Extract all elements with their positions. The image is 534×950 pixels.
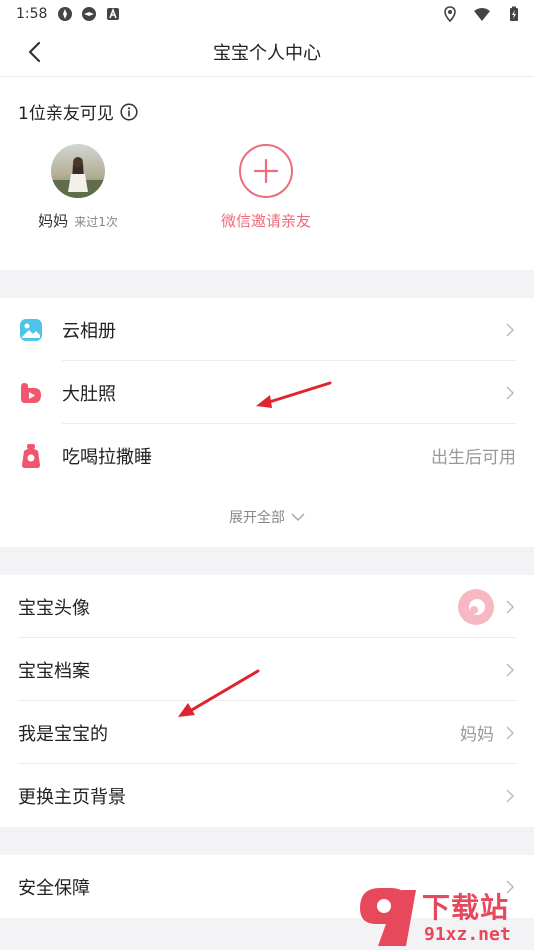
watermark-site: 91xz.net bbox=[424, 924, 511, 945]
plus-icon bbox=[253, 158, 279, 184]
relation-value: 妈妈 bbox=[460, 725, 494, 745]
back-arrow-icon[interactable] bbox=[22, 38, 50, 66]
nav-bar: 宝宝个人中心 bbox=[0, 28, 534, 76]
battery-icon bbox=[510, 6, 518, 21]
chevron-right-icon bbox=[506, 788, 515, 803]
watermark-logo: 下载站 91xz.net bbox=[356, 884, 526, 950]
expand-label: 展开全部 bbox=[229, 510, 285, 526]
watermark-text: 下载站 bbox=[422, 891, 510, 924]
member-name: 妈妈 bbox=[38, 212, 69, 230]
status-time: 1:58 bbox=[16, 6, 48, 22]
family-visible-count: 1位亲友可见 bbox=[18, 104, 114, 124]
chevron-right-icon bbox=[506, 385, 515, 400]
family-header: 1位亲友可见 bbox=[18, 99, 516, 124]
feature-label: 云相册 bbox=[62, 320, 116, 342]
cloud-album-icon bbox=[20, 318, 42, 341]
family-members: 妈妈 来过1次 微信邀请亲友 bbox=[18, 144, 516, 231]
notification-app-icon bbox=[58, 7, 73, 21]
settings-row-baby-profile[interactable]: 宝宝档案 bbox=[0, 638, 534, 701]
notification-a-icon bbox=[107, 7, 120, 20]
baby-settings-card: 宝宝头像 宝宝档案 我是宝宝的 妈妈 更换主页背景 bbox=[0, 575, 534, 827]
feature-row-belly-photo[interactable]: 大肚照 bbox=[0, 361, 534, 424]
chevron-right-icon bbox=[506, 662, 515, 677]
feature-label: 大肚照 bbox=[62, 383, 116, 405]
member-meta: 妈妈 来过1次 bbox=[38, 210, 118, 231]
daily-record-icon bbox=[22, 443, 40, 468]
belly-photo-icon bbox=[21, 382, 41, 403]
settings-row-baby-avatar[interactable]: 宝宝头像 bbox=[0, 575, 534, 638]
baby-avatar bbox=[458, 588, 494, 625]
settings-row-relation[interactable]: 我是宝宝的 妈妈 bbox=[0, 701, 534, 764]
settings-label: 我是宝宝的 bbox=[18, 723, 108, 745]
location-icon bbox=[444, 6, 456, 22]
settings-label: 更换主页背景 bbox=[18, 786, 126, 808]
wifi-icon bbox=[474, 8, 490, 21]
member-visit-count: 来过1次 bbox=[74, 215, 118, 229]
wechat-invite-button[interactable]: 微信邀请亲友 bbox=[186, 144, 346, 231]
safety-label: 安全保障 bbox=[18, 877, 90, 899]
invite-circle bbox=[239, 144, 293, 198]
features-card: 云相册 大肚照 吃喝拉撒睡 出生后可用 展开全部 bbox=[0, 298, 534, 547]
chevron-right-icon bbox=[506, 725, 515, 740]
expand-all-button[interactable]: 展开全部 bbox=[0, 487, 534, 547]
feature-availability: 出生后可用 bbox=[431, 448, 516, 468]
page-title: 宝宝个人中心 bbox=[213, 43, 321, 64]
chevron-right-icon bbox=[506, 599, 515, 614]
member-avatar bbox=[51, 144, 105, 198]
chevron-down-icon bbox=[291, 513, 305, 522]
family-member[interactable]: 妈妈 来过1次 bbox=[0, 144, 158, 231]
settings-label: 宝宝头像 bbox=[18, 597, 90, 619]
status-bar: 1:58 bbox=[0, 0, 534, 28]
family-visibility-card: 1位亲友可见 妈妈 来过1次 微信邀请亲友 bbox=[0, 76, 534, 270]
baby-avatar-icon bbox=[469, 598, 485, 615]
settings-row-change-background[interactable]: 更换主页背景 bbox=[0, 764, 534, 827]
feature-row-daily-record[interactable]: 吃喝拉撒睡 出生后可用 bbox=[0, 424, 534, 487]
chevron-right-icon bbox=[506, 322, 515, 337]
feature-row-cloud-album[interactable]: 云相册 bbox=[0, 298, 534, 361]
info-icon[interactable] bbox=[120, 102, 138, 121]
feature-label: 吃喝拉撒睡 bbox=[62, 446, 152, 468]
notification-app-icon-2 bbox=[82, 7, 97, 21]
invite-label: 微信邀请亲友 bbox=[220, 212, 311, 230]
settings-label: 宝宝档案 bbox=[18, 660, 90, 682]
